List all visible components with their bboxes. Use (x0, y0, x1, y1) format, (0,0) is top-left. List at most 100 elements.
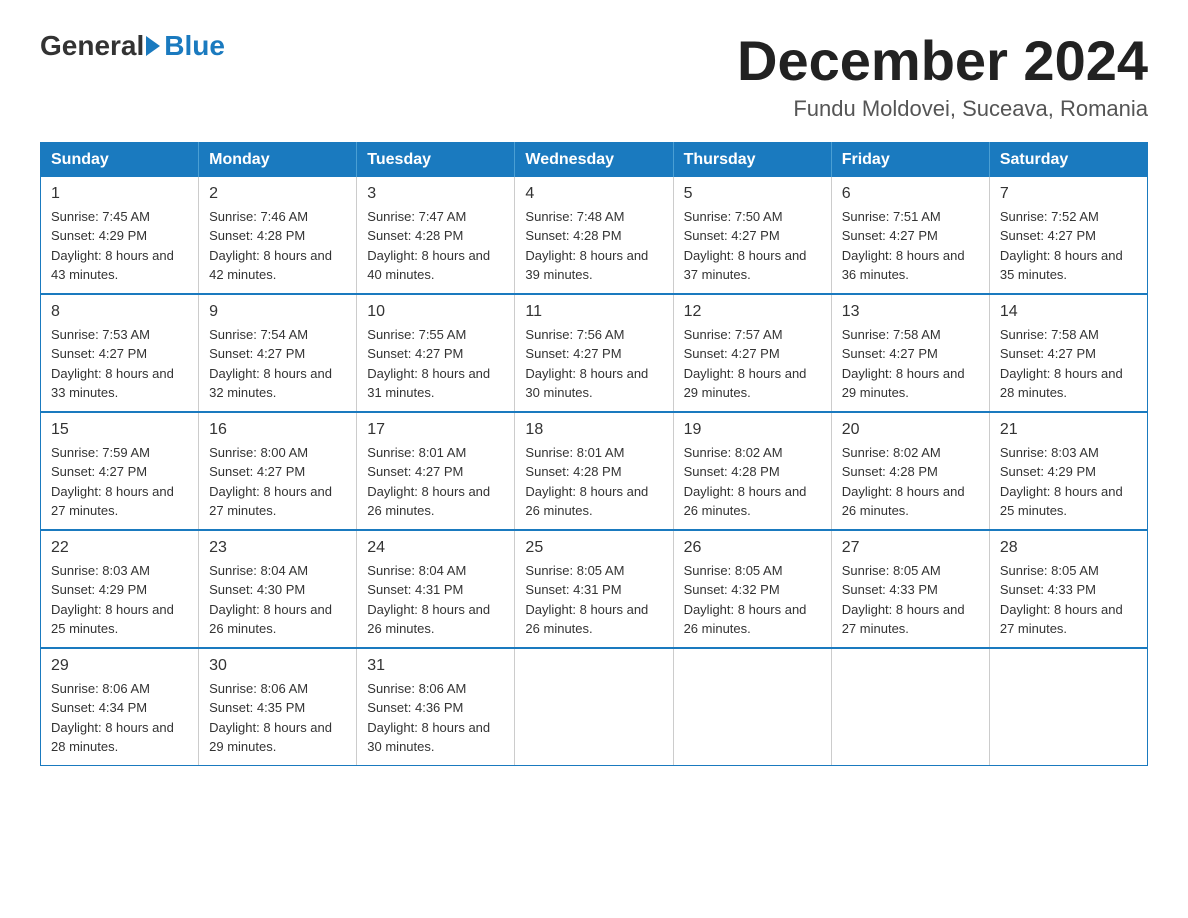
calendar-cell: 30 Sunrise: 8:06 AMSunset: 4:35 PMDayligh… (199, 648, 357, 766)
day-info: Sunrise: 8:01 AMSunset: 4:27 PMDaylight:… (367, 443, 504, 521)
day-info: Sunrise: 8:01 AMSunset: 4:28 PMDaylight:… (525, 443, 662, 521)
calendar-cell: 21 Sunrise: 8:03 AMSunset: 4:29 PMDayligh… (989, 412, 1147, 530)
calendar-cell: 31Sunrise: 8:06 AMSunset: 4:36 PMDayligh… (357, 648, 515, 766)
calendar-cell: 22 Sunrise: 8:03 AMSunset: 4:29 PMDayligh… (41, 530, 199, 648)
day-number: 11 (525, 303, 662, 321)
location-title: Fundu Moldovei, Suceava, Romania (737, 96, 1148, 122)
day-number: 19 (684, 421, 821, 439)
week-row-3: 15 Sunrise: 7:59 AMSunset: 4:27 PMDayligh… (41, 412, 1148, 530)
calendar-cell: 8Sunrise: 7:53 AMSunset: 4:27 PMDaylight… (41, 294, 199, 412)
day-info: Sunrise: 8:04 AMSunset: 4:30 PMDaylight:… (209, 561, 346, 639)
day-number: 6 (842, 185, 979, 203)
calendar-cell: 4 Sunrise: 7:48 AMSunset: 4:28 PMDaylight… (515, 177, 673, 294)
week-row-1: 1 Sunrise: 7:45 AMSunset: 4:29 PMDaylight… (41, 177, 1148, 294)
day-info: Sunrise: 7:50 AMSunset: 4:27 PMDaylight:… (684, 207, 821, 285)
day-info: Sunrise: 8:02 AMSunset: 4:28 PMDaylight:… (842, 443, 979, 521)
day-number: 16 (209, 421, 346, 439)
calendar-cell (515, 648, 673, 766)
day-number: 1 (51, 185, 188, 203)
day-info: Sunrise: 8:04 AMSunset: 4:31 PMDaylight:… (367, 561, 504, 639)
day-number: 28 (1000, 539, 1137, 557)
calendar-cell: 1 Sunrise: 7:45 AMSunset: 4:29 PMDaylight… (41, 177, 199, 294)
calendar-cell: 13Sunrise: 7:58 AMSunset: 4:27 PMDayligh… (831, 294, 989, 412)
calendar-cell: 10Sunrise: 7:55 AMSunset: 4:27 PMDayligh… (357, 294, 515, 412)
day-info: Sunrise: 7:45 AMSunset: 4:29 PMDaylight:… (51, 207, 188, 285)
day-number: 7 (1000, 185, 1137, 203)
calendar-cell: 26 Sunrise: 8:05 AMSunset: 4:32 PMDayligh… (673, 530, 831, 648)
calendar-cell: 25Sunrise: 8:05 AMSunset: 4:31 PMDayligh… (515, 530, 673, 648)
calendar-cell: 5 Sunrise: 7:50 AMSunset: 4:27 PMDaylight… (673, 177, 831, 294)
day-info: Sunrise: 8:06 AMSunset: 4:35 PMDaylight:… (209, 679, 346, 757)
logo-blue-text: Blue (164, 30, 225, 62)
calendar-cell: 19 Sunrise: 8:02 AMSunset: 4:28 PMDayligh… (673, 412, 831, 530)
day-info: Sunrise: 7:52 AMSunset: 4:27 PMDaylight:… (1000, 207, 1137, 285)
day-number: 26 (684, 539, 821, 557)
col-header-friday: Friday (831, 142, 989, 177)
day-info: Sunrise: 8:03 AMSunset: 4:29 PMDaylight:… (51, 561, 188, 639)
day-info: Sunrise: 7:51 AMSunset: 4:27 PMDaylight:… (842, 207, 979, 285)
page-header: General Blue December 2024 Fundu Moldove… (40, 30, 1148, 122)
logo-general-text: General (40, 30, 144, 62)
col-header-thursday: Thursday (673, 142, 831, 177)
col-header-saturday: Saturday (989, 142, 1147, 177)
day-number: 12 (684, 303, 821, 321)
week-row-2: 8Sunrise: 7:53 AMSunset: 4:27 PMDaylight… (41, 294, 1148, 412)
calendar-cell: 17Sunrise: 8:01 AMSunset: 4:27 PMDayligh… (357, 412, 515, 530)
week-row-4: 22 Sunrise: 8:03 AMSunset: 4:29 PMDayligh… (41, 530, 1148, 648)
day-number: 24 (367, 539, 504, 557)
title-block: December 2024 Fundu Moldovei, Suceava, R… (737, 30, 1148, 122)
calendar-cell: 24 Sunrise: 8:04 AMSunset: 4:31 PMDayligh… (357, 530, 515, 648)
week-row-5: 29 Sunrise: 8:06 AMSunset: 4:34 PMDayligh… (41, 648, 1148, 766)
day-number: 2 (209, 185, 346, 203)
day-info: Sunrise: 7:56 AMSunset: 4:27 PMDaylight:… (525, 325, 662, 403)
day-info: Sunrise: 8:05 AMSunset: 4:33 PMDaylight:… (842, 561, 979, 639)
calendar-cell: 14 Sunrise: 7:58 AMSunset: 4:27 PMDayligh… (989, 294, 1147, 412)
calendar-header-row: SundayMondayTuesdayWednesdayThursdayFrid… (41, 142, 1148, 177)
calendar-cell (989, 648, 1147, 766)
day-number: 27 (842, 539, 979, 557)
day-number: 18 (525, 421, 662, 439)
day-info: Sunrise: 8:06 AMSunset: 4:36 PMDaylight:… (367, 679, 504, 757)
day-number: 30 (209, 657, 346, 675)
col-header-tuesday: Tuesday (357, 142, 515, 177)
day-number: 25 (525, 539, 662, 557)
calendar-cell (831, 648, 989, 766)
day-number: 8 (51, 303, 188, 321)
calendar-cell (673, 648, 831, 766)
day-info: Sunrise: 8:05 AMSunset: 4:32 PMDaylight:… (684, 561, 821, 639)
day-info: Sunrise: 8:03 AMSunset: 4:29 PMDaylight:… (1000, 443, 1137, 521)
calendar-cell: 15 Sunrise: 7:59 AMSunset: 4:27 PMDayligh… (41, 412, 199, 530)
col-header-monday: Monday (199, 142, 357, 177)
day-number: 9 (209, 303, 346, 321)
logo: General Blue (40, 30, 225, 62)
calendar-cell: 23Sunrise: 8:04 AMSunset: 4:30 PMDayligh… (199, 530, 357, 648)
calendar-cell: 2 Sunrise: 7:46 AMSunset: 4:28 PMDaylight… (199, 177, 357, 294)
day-number: 3 (367, 185, 504, 203)
day-info: Sunrise: 8:02 AMSunset: 4:28 PMDaylight:… (684, 443, 821, 521)
day-info: Sunrise: 7:58 AMSunset: 4:27 PMDaylight:… (1000, 325, 1137, 403)
calendar-cell: 29 Sunrise: 8:06 AMSunset: 4:34 PMDayligh… (41, 648, 199, 766)
day-info: Sunrise: 7:55 AMSunset: 4:27 PMDaylight:… (367, 325, 504, 403)
day-number: 14 (1000, 303, 1137, 321)
logo-triangle-icon (146, 36, 160, 56)
calendar-cell: 18 Sunrise: 8:01 AMSunset: 4:28 PMDayligh… (515, 412, 673, 530)
calendar-table: SundayMondayTuesdayWednesdayThursdayFrid… (40, 142, 1148, 766)
day-info: Sunrise: 7:59 AMSunset: 4:27 PMDaylight:… (51, 443, 188, 521)
calendar-cell: 20 Sunrise: 8:02 AMSunset: 4:28 PMDayligh… (831, 412, 989, 530)
day-info: Sunrise: 8:06 AMSunset: 4:34 PMDaylight:… (51, 679, 188, 757)
calendar-cell: 16Sunrise: 8:00 AMSunset: 4:27 PMDayligh… (199, 412, 357, 530)
calendar-cell: 28Sunrise: 8:05 AMSunset: 4:33 PMDayligh… (989, 530, 1147, 648)
day-number: 20 (842, 421, 979, 439)
day-number: 4 (525, 185, 662, 203)
day-info: Sunrise: 7:46 AMSunset: 4:28 PMDaylight:… (209, 207, 346, 285)
day-info: Sunrise: 7:48 AMSunset: 4:28 PMDaylight:… (525, 207, 662, 285)
month-title: December 2024 (737, 30, 1148, 92)
day-number: 21 (1000, 421, 1137, 439)
day-number: 5 (684, 185, 821, 203)
day-number: 22 (51, 539, 188, 557)
day-number: 15 (51, 421, 188, 439)
calendar-cell: 27 Sunrise: 8:05 AMSunset: 4:33 PMDayligh… (831, 530, 989, 648)
day-number: 29 (51, 657, 188, 675)
day-info: Sunrise: 7:47 AMSunset: 4:28 PMDaylight:… (367, 207, 504, 285)
day-number: 13 (842, 303, 979, 321)
